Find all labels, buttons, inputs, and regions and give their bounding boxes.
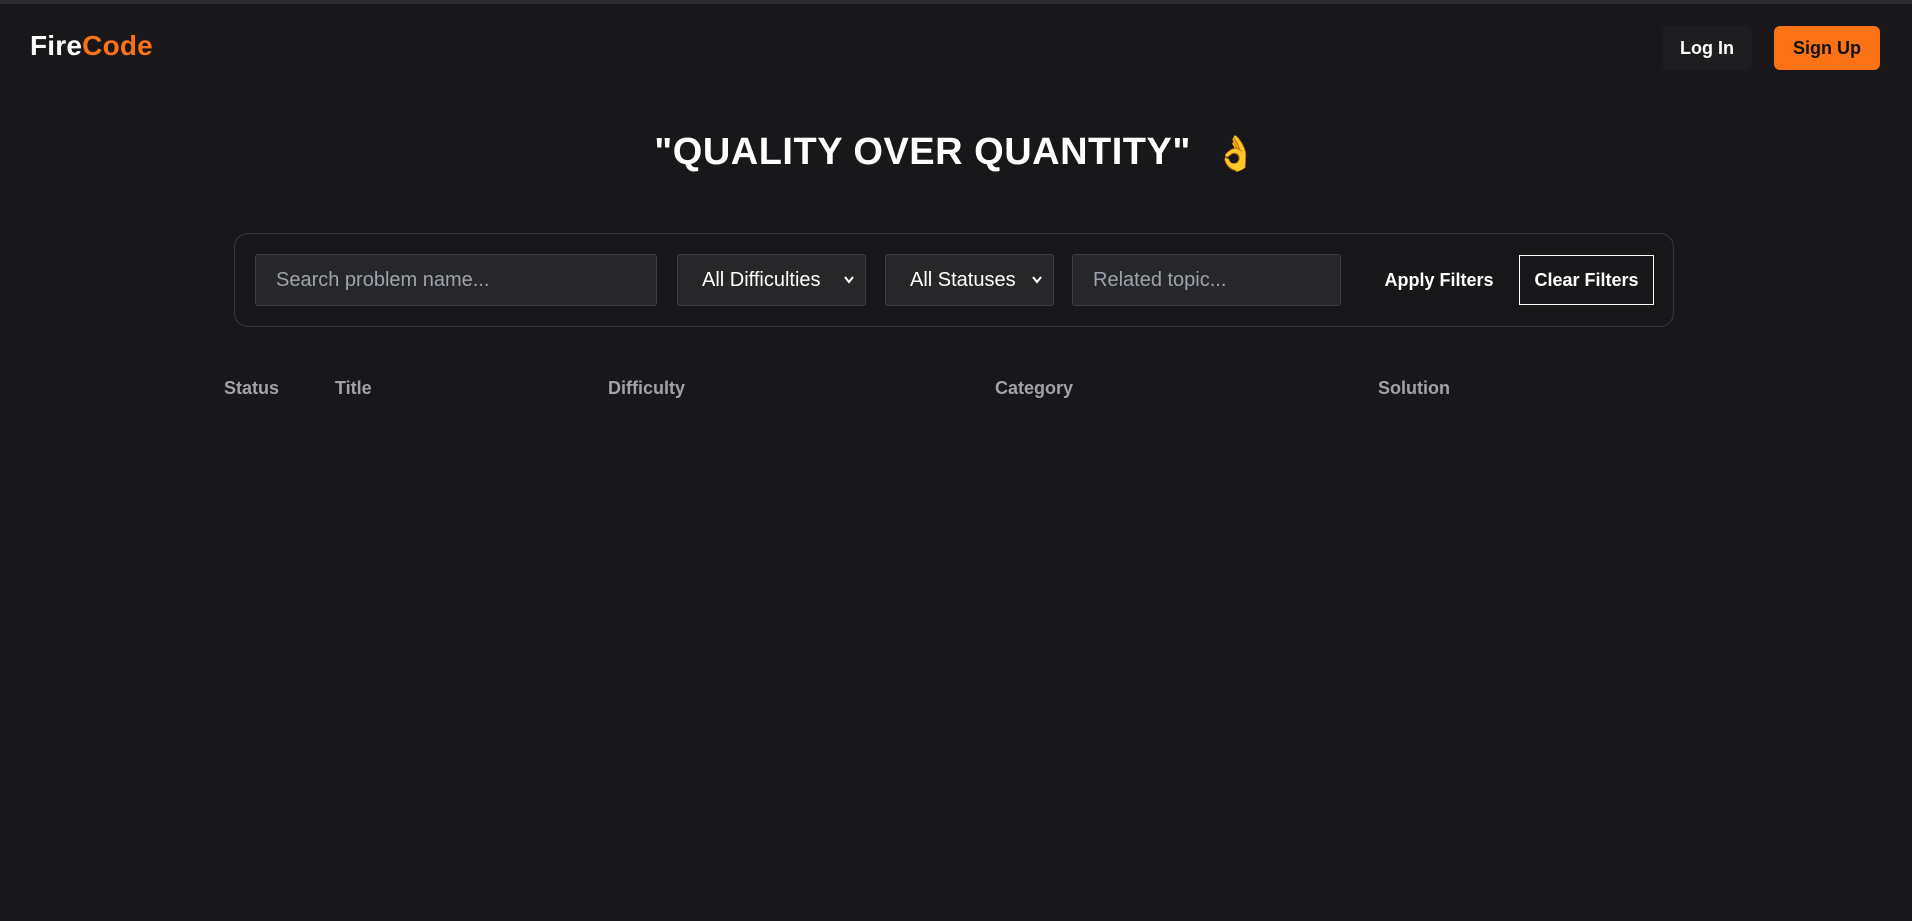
clear-filters-button[interactable]: Clear Filters [1519,255,1654,305]
signup-button[interactable]: Sign Up [1774,26,1880,70]
difficulty-select-value: All Difficulties [702,269,821,291]
status-select-value: All Statuses [910,269,1016,291]
logo-fire-text: Fire [30,30,83,61]
apply-filters-button[interactable]: Apply Filters [1359,254,1519,306]
column-header-title[interactable]: Title [335,378,372,399]
app-window: FireCode Log In Sign Up "QUALITY OVER QU… [0,0,1912,921]
quote-text: "QUALITY OVER QUANTITY" [654,131,1191,173]
page-title: "QUALITY OVER QUANTITY" 👌 [0,128,1912,178]
column-header-difficulty[interactable]: Difficulty [608,378,685,399]
related-topic-input[interactable] [1072,254,1341,306]
login-button[interactable]: Log In [1662,26,1752,70]
logo-code-text: Code [82,30,153,61]
difficulty-select[interactable]: All Difficulties [677,254,866,306]
column-header-solution[interactable]: Solution [1378,378,1450,399]
chevron-down-icon [843,255,855,325]
filter-bar: All Difficulties All Statuses Apply Filt… [234,233,1674,327]
column-header-status[interactable]: Status [224,378,279,399]
search-input[interactable] [255,254,657,306]
problems-table-header: Status Title Difficulty Category Solutio… [0,378,1912,404]
column-header-category[interactable]: Category [995,378,1073,399]
firecode-logo[interactable]: FireCode [30,28,153,64]
chevron-down-icon [1031,255,1043,325]
status-select[interactable]: All Statuses [885,254,1054,306]
ok-hand-icon: 👌 [1214,134,1258,173]
